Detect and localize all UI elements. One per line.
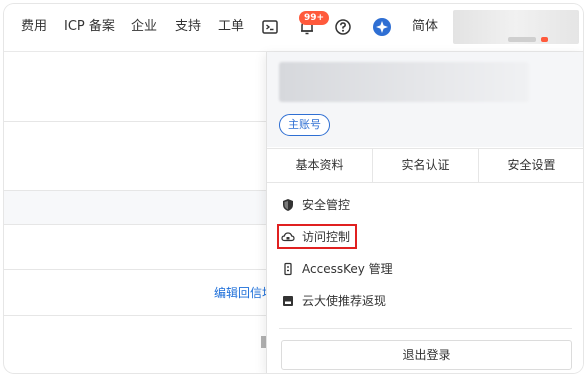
menu-item-referral-cashback[interactable]: 云大使推荐返现 (281, 290, 386, 310)
account-name-blurred (279, 62, 529, 102)
bg-divider (4, 269, 266, 270)
menu-item-accesskey[interactable]: AccessKey 管理 (281, 258, 393, 278)
language-switch[interactable]: 简体 (412, 19, 438, 35)
main-account-tag: 主账号 (279, 114, 330, 136)
logout-button[interactable]: 退出登录 (281, 340, 572, 370)
bg-divider (4, 121, 266, 122)
menu-item-label: 访问控制 (302, 229, 351, 244)
key-icon (281, 261, 295, 276)
gift-icon (281, 293, 295, 307)
help-icon[interactable] (333, 17, 353, 37)
nav-enterprise[interactable]: 企业 (131, 19, 157, 35)
cloud-lock-icon (281, 229, 295, 243)
bg-divider (4, 224, 266, 225)
menu-item-label: 云大使推荐返现 (302, 293, 387, 308)
menu-item-label: AccessKey 管理 (302, 261, 393, 276)
bg-divider (4, 315, 266, 316)
browser-frame: 费用 ICP 备案 企业 支持 工单 99+ 简体 编辑回信 主账号 基本资料 … (4, 4, 583, 373)
account-dropdown: 主账号 基本资料 实名认证 安全设置 安全管控 访问控制 AccessKey 管… (266, 52, 583, 373)
menu-item-label: 安全管控 (302, 197, 351, 212)
nav-billing[interactable]: 费用 (21, 19, 47, 35)
account-header: 主账号 (267, 52, 583, 147)
account-tabs: 基本资料 实名认证 安全设置 (267, 148, 583, 183)
edit-reply-address-link[interactable]: 编辑回信地址 (214, 284, 266, 301)
tab-basic-info[interactable]: 基本资料 (267, 149, 373, 182)
bg-divider (4, 190, 266, 191)
menu-item-access-control[interactable]: 访问控制 (281, 226, 350, 246)
app-logo-icon[interactable] (372, 17, 392, 37)
notification-badge: 99+ (299, 11, 330, 25)
terminal-icon[interactable] (260, 17, 280, 37)
shield-icon (281, 197, 295, 211)
tab-security-settings[interactable]: 安全设置 (479, 149, 583, 182)
account-name-blur (508, 37, 536, 42)
tab-real-name-verification[interactable]: 实名认证 (373, 149, 479, 182)
nav-icp-filing[interactable]: ICP 备案 (64, 19, 115, 35)
nav-support[interactable]: 支持 (175, 19, 201, 35)
account-avatar-area[interactable] (453, 10, 579, 44)
top-nav-bar: 费用 ICP 备案 企业 支持 工单 99+ 简体 (4, 4, 583, 52)
nav-tickets[interactable]: 工单 (218, 19, 244, 35)
bg-table-header (4, 190, 266, 224)
menu-divider (279, 328, 572, 329)
account-indicator (541, 37, 548, 42)
menu-item-security-control[interactable]: 安全管控 (281, 194, 350, 214)
